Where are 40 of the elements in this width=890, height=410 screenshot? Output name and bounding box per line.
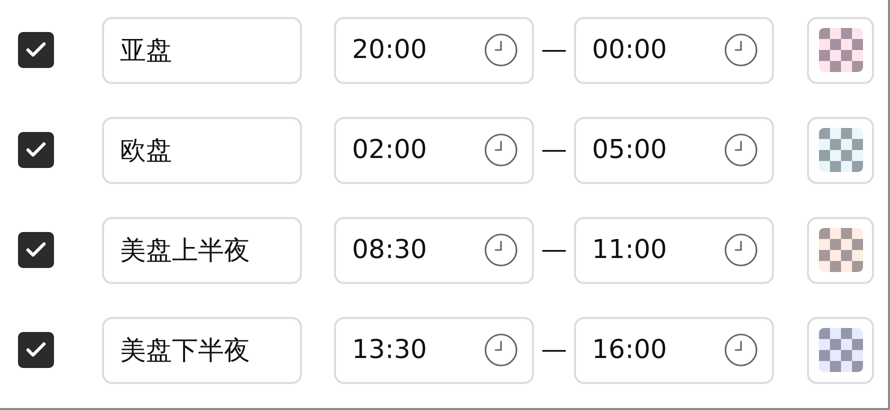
start-time-field[interactable]: 08:30	[334, 216, 534, 284]
clock-icon	[484, 133, 518, 167]
name-field[interactable]: 欧盘	[102, 116, 302, 184]
color-picker[interactable]	[807, 316, 874, 384]
start-time-field[interactable]: 20:00	[334, 16, 534, 84]
checkerboard-pattern	[818, 128, 862, 172]
color-picker[interactable]	[807, 116, 874, 184]
clock-icon	[484, 233, 518, 267]
checkbox[interactable]	[18, 332, 54, 368]
color-picker[interactable]	[807, 216, 874, 284]
start-time-field[interactable]: 02:00	[334, 116, 534, 184]
name-field[interactable]: 美盘下半夜	[102, 316, 302, 384]
checkmark-icon	[26, 142, 46, 158]
clock-icon	[484, 333, 518, 367]
clock-icon	[724, 333, 758, 367]
checkmark-icon	[26, 42, 46, 58]
name-field[interactable]: 美盘上半夜	[102, 216, 302, 284]
checkerboard-pattern	[818, 28, 862, 72]
checkerboard-pattern	[818, 228, 862, 272]
end-time-field[interactable]: 11:00	[574, 216, 774, 284]
checkbox[interactable]	[18, 132, 54, 168]
clock-icon	[724, 133, 758, 167]
checkbox[interactable]	[18, 32, 54, 68]
range-separator: —	[540, 35, 568, 65]
checkbox[interactable]	[18, 232, 54, 268]
checkerboard-pattern	[818, 328, 862, 372]
end-time-field[interactable]: 16:00	[574, 316, 774, 384]
end-time-field[interactable]: 05:00	[574, 116, 774, 184]
clock-icon	[724, 233, 758, 267]
range-separator: —	[540, 135, 568, 165]
clock-icon	[724, 33, 758, 67]
checkmark-icon	[26, 342, 46, 358]
range-separator: —	[540, 235, 568, 265]
range-separator: —	[540, 335, 568, 365]
end-time-field[interactable]: 00:00	[574, 16, 774, 84]
checkmark-icon	[26, 242, 46, 258]
color-picker[interactable]	[807, 16, 874, 84]
start-time-field[interactable]: 13:30	[334, 316, 534, 384]
name-field[interactable]: 亚盘	[102, 16, 302, 84]
clock-icon	[484, 33, 518, 67]
